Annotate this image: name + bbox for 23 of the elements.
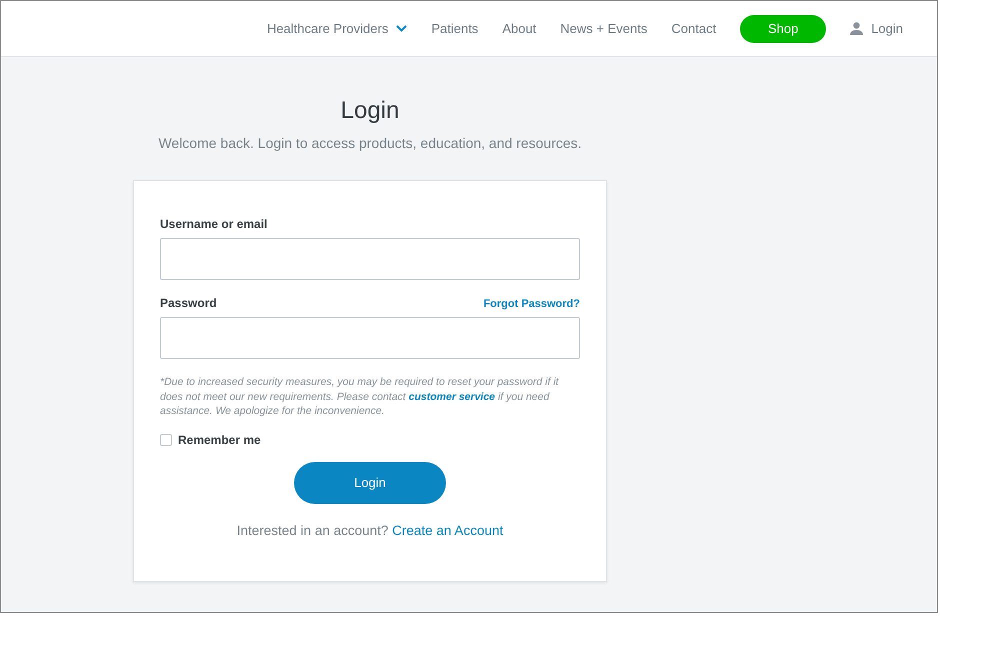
- nav-link[interactable]: Patients: [431, 21, 478, 36]
- chevron-down-icon: [396, 25, 408, 32]
- field-label: Password: [160, 296, 217, 310]
- input-field[interactable]: [160, 238, 580, 280]
- nav-link[interactable]: Healthcare Providers: [266, 21, 408, 36]
- customer-service-link[interactable]: customer service: [408, 390, 496, 402]
- input-field[interactable]: [160, 317, 580, 359]
- create-account-link[interactable]: Create an Account: [392, 522, 504, 538]
- page-title: Login: [340, 97, 400, 125]
- signup-prompt: Interested in an account? Create an Account: [236, 522, 504, 538]
- forgot-password-link[interactable]: Forgot Password?: [483, 298, 580, 310]
- shop-button[interactable]: Shop: [740, 14, 826, 42]
- field-label: Username or email: [160, 217, 268, 231]
- nav-link[interactable]: About: [502, 21, 536, 36]
- nav-link[interactable]: News + Events: [560, 21, 648, 36]
- checkbox-label: Remember me: [178, 432, 261, 446]
- checkbox[interactable]: [160, 434, 172, 446]
- login-button[interactable]: Login: [294, 462, 446, 504]
- user-icon: [850, 22, 864, 35]
- login-link[interactable]: Login: [850, 21, 903, 36]
- nav-link[interactable]: Contact: [671, 21, 716, 36]
- page-subtitle: Welcome back. Login to access products, education, and resources.: [158, 135, 582, 151]
- security-notice: *Due to increased security measures, you may be required to reset your password if it does not meet our new requirements. Please contact customer service if you need assistance. We apologize for the inconvenience.: [160, 375, 560, 418]
